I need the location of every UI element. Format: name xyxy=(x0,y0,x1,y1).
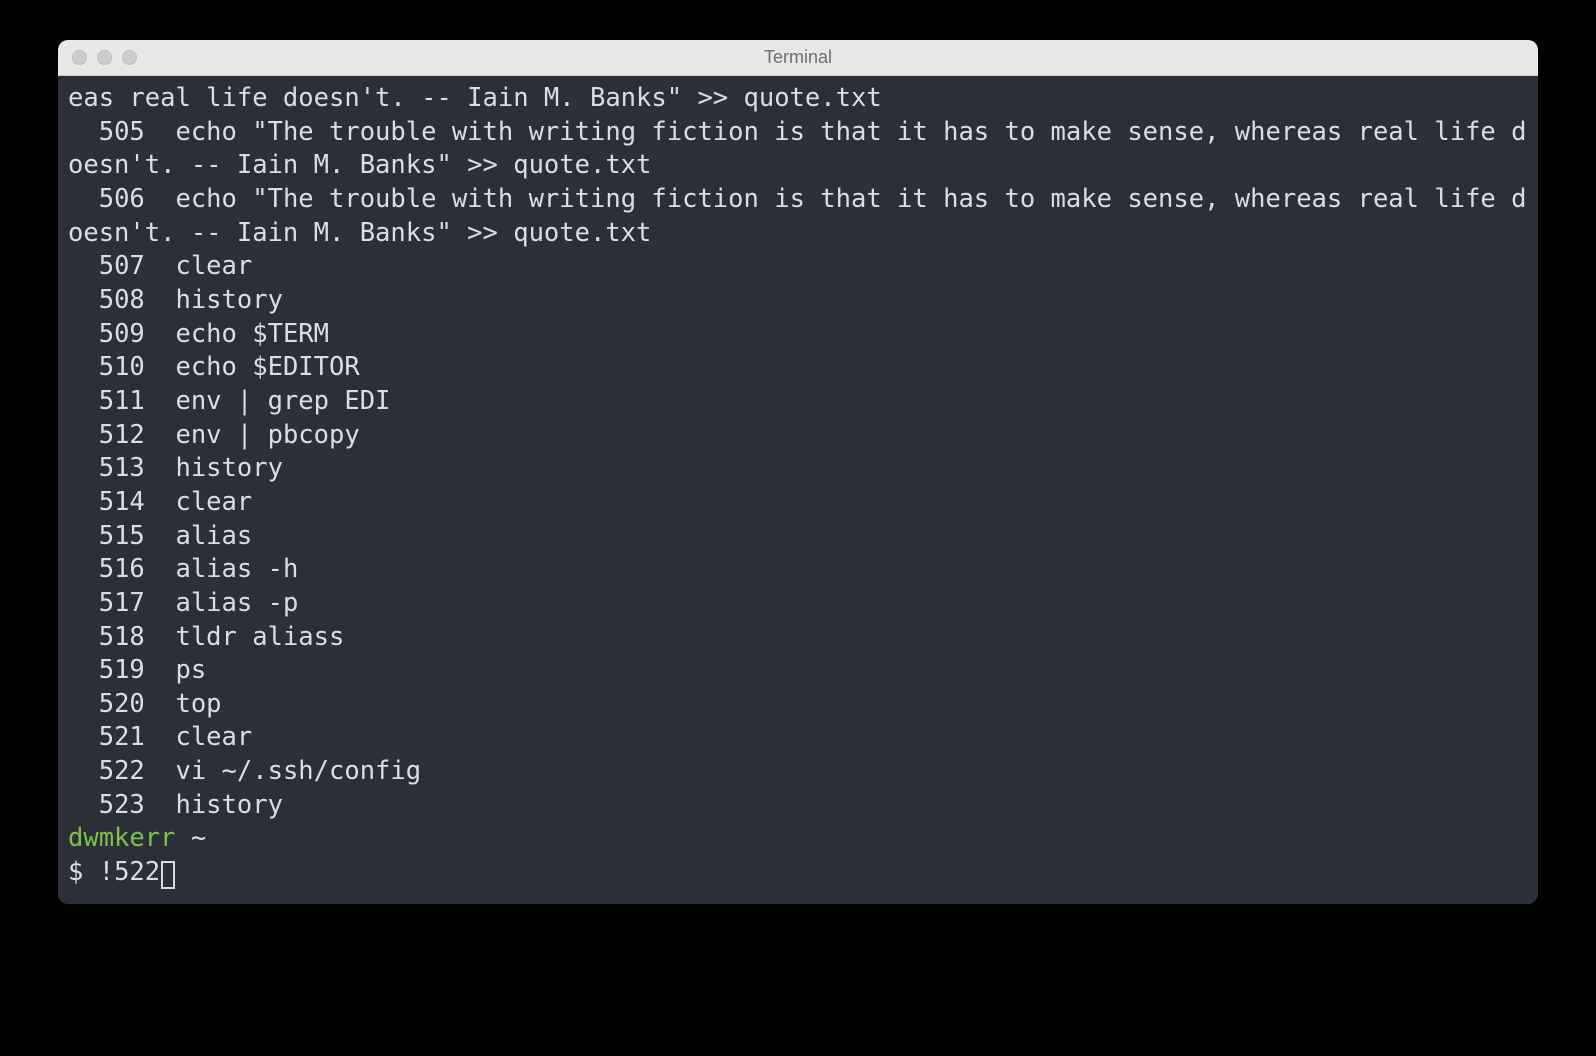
history-overflow-line: eas real life doesn't. -- Iain M. Banks"… xyxy=(68,83,882,113)
window-title: Terminal xyxy=(58,47,1538,68)
cursor-icon xyxy=(161,861,175,889)
history-list: 505 echo "The trouble with writing ficti… xyxy=(68,117,1526,820)
typed-command: !522 xyxy=(99,857,160,887)
close-icon[interactable] xyxy=(72,50,87,65)
traffic-lights xyxy=(58,50,137,65)
prompt-user: dwmkerr xyxy=(68,823,175,853)
terminal-window: Terminal eas real life doesn't. -- Iain … xyxy=(58,40,1538,904)
prompt-symbol: $ xyxy=(68,857,83,887)
zoom-icon[interactable] xyxy=(122,50,137,65)
minimize-icon[interactable] xyxy=(97,50,112,65)
terminal-body[interactable]: eas real life doesn't. -- Iain M. Banks"… xyxy=(58,76,1538,904)
prompt-cwd: ~ xyxy=(191,823,206,853)
titlebar[interactable]: Terminal xyxy=(58,40,1538,76)
